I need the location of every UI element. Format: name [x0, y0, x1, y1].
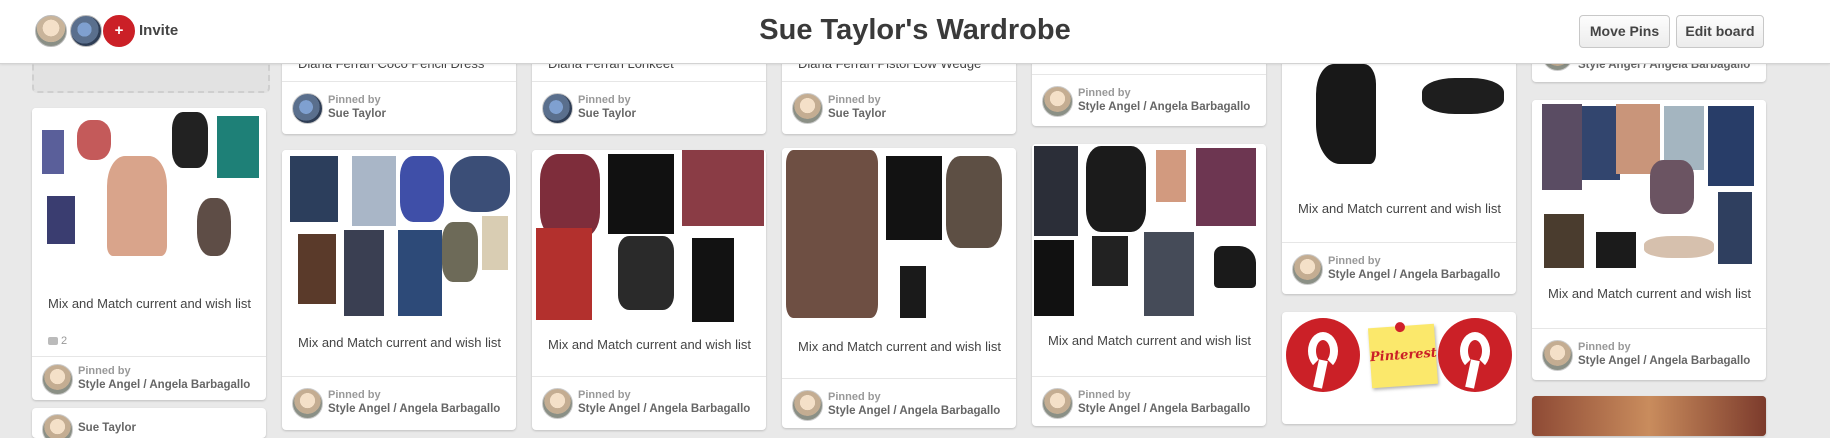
pinned-by[interactable]: Pinned by Style Angel / Angela Barbagall… [542, 388, 762, 422]
collaborator-avatar[interactable] [35, 15, 67, 47]
add-pin-placeholder[interactable] [32, 60, 270, 93]
pinterest-logo-icon [1438, 318, 1512, 392]
pin-image[interactable] [1532, 100, 1766, 272]
pin-description: Mix and Match current and wish list [1298, 201, 1502, 216]
avatar [792, 93, 823, 124]
board-header: + Invite Sue Taylor's Wardrobe Move Pins… [0, 0, 1830, 64]
invite-link[interactable]: Invite [139, 22, 178, 39]
comment-icon [48, 337, 58, 345]
pin-description: Mix and Match current and wish list [548, 337, 752, 352]
pin-card[interactable]: Sue Taylor [32, 408, 266, 438]
pin-image[interactable] [1532, 396, 1766, 436]
pinterest-logo-icon [1286, 318, 1360, 392]
pinned-by[interactable]: Pinned by Style Angel / Angela Barbagall… [1042, 388, 1262, 422]
pinned-by[interactable]: Pinned by Sue Taylor [792, 93, 1012, 127]
pinterest-note-icon: Pinterest [1367, 321, 1439, 389]
pin-description: Mix and Match current and wish list [798, 339, 1002, 354]
avatar [792, 390, 823, 421]
pin-description: Mix and Match current and wish list [298, 335, 502, 350]
pinned-by[interactable]: Pinned by Style Angel / Angela Barbagall… [1042, 86, 1262, 120]
pinned-by[interactable]: Sue Taylor [42, 414, 262, 438]
avatar [542, 388, 573, 419]
avatar [542, 93, 573, 124]
pin-card[interactable] [1532, 396, 1766, 436]
pinned-by[interactable]: Pinned by Style Angel / Angela Barbagall… [792, 390, 1012, 424]
avatar [1292, 254, 1323, 285]
pin-card[interactable]: Mix and Match current and wish list Pinn… [782, 148, 1016, 428]
edit-board-button[interactable]: Edit board [1676, 15, 1764, 48]
pinned-by[interactable]: Pinned by Style Angel / Angela Barbagall… [292, 388, 512, 422]
move-pins-button[interactable]: Move Pins [1579, 15, 1670, 48]
pin-image[interactable] [32, 108, 266, 282]
avatar [1042, 86, 1073, 117]
pinned-by[interactable]: Pinned by Style Angel / Angela Barbagall… [1542, 340, 1762, 374]
pin-description: Mix and Match current and wish list [1048, 333, 1252, 348]
avatar [1042, 388, 1073, 419]
pinned-by[interactable]: Pinned by Sue Taylor [542, 93, 762, 127]
avatar [42, 414, 73, 438]
pin-card[interactable]: Mix and Match current and wish list Pinn… [1032, 144, 1266, 426]
collaborator-avatar[interactable] [70, 15, 102, 47]
pin-image[interactable] [282, 150, 516, 320]
pin-description: Mix and Match current and wish list [1548, 286, 1752, 301]
pin-card[interactable]: Mix and Match current and wish list 2 Pi… [32, 108, 266, 400]
pin-card[interactable]: Pinterest [1282, 312, 1516, 424]
avatar [292, 93, 323, 124]
pin-card[interactable]: Mix and Match current and wish list Pinn… [1282, 40, 1516, 294]
avatar [42, 364, 73, 395]
pin-image[interactable] [1032, 144, 1266, 320]
avatar [292, 388, 323, 419]
add-collaborator-icon[interactable]: + [103, 15, 135, 47]
pinned-by[interactable]: Pinned by Sue Taylor [292, 93, 512, 127]
pinned-by[interactable]: Pinned by Style Angel / Angela Barbagall… [42, 364, 262, 398]
pin-card[interactable]: Mix and Match current and wish list Pinn… [282, 150, 516, 430]
pin-image[interactable] [532, 150, 766, 322]
pin-card[interactable]: Mix and Match current and wish list Pinn… [1532, 100, 1766, 380]
avatar [1542, 340, 1573, 371]
pin-description: Mix and Match current and wish list [48, 296, 252, 311]
board-title: Sue Taylor's Wardrobe [759, 14, 1071, 46]
pin-image[interactable] [782, 148, 1016, 324]
pinned-by[interactable]: Pinned by Style Angel / Angela Barbagall… [1292, 254, 1512, 288]
comment-count[interactable]: 2 [48, 335, 67, 347]
pin-card[interactable]: Mix and Match current and wish list Pinn… [532, 150, 766, 430]
